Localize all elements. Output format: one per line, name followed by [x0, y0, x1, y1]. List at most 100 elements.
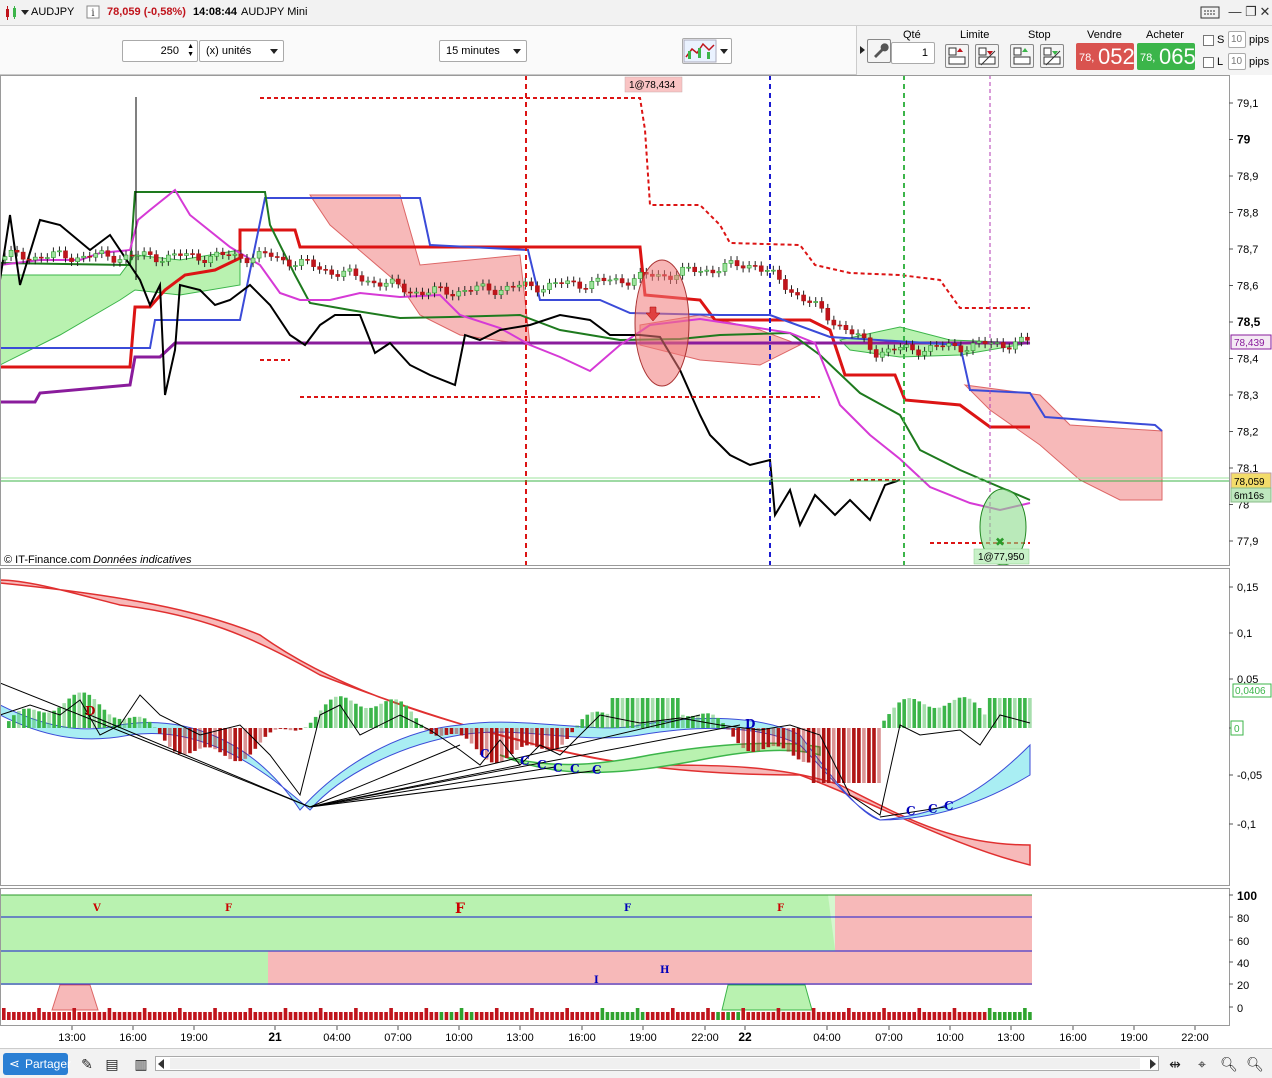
chart-type-button[interactable]	[682, 38, 732, 64]
scroll-thumb[interactable]	[170, 1058, 1140, 1069]
timeframe-select-value: 15 minutes	[446, 45, 500, 57]
time-axis-label: 22:00	[1181, 1032, 1209, 1044]
pct-bar	[203, 1012, 207, 1020]
candle-body	[807, 300, 812, 303]
pct-bar	[595, 1012, 600, 1020]
unit-select-value: (x) unités	[206, 45, 252, 57]
stop-buy-button[interactable]	[1010, 44, 1034, 68]
limit-pips-input[interactable]: 10	[1228, 53, 1246, 70]
pct-bar	[27, 1012, 31, 1020]
zoom-in-icon[interactable]: 🔍︎	[1246, 1055, 1264, 1073]
histogram-bar	[545, 728, 549, 751]
candlestick-icon[interactable]	[4, 5, 20, 24]
histogram-bar	[751, 728, 756, 752]
candle-body	[299, 259, 304, 266]
time-axis-label: 13:00	[506, 1032, 534, 1044]
candle-body	[704, 269, 710, 272]
candle-body	[898, 347, 903, 351]
chart-area[interactable]: ✖ DC C C C C CDC C C V F F F FIH 79,17978,978,878,7…	[0, 75, 1272, 1048]
histogram-bar	[198, 728, 202, 749]
candle-body	[940, 345, 946, 348]
candle-body	[426, 292, 431, 296]
pct-bar	[449, 1012, 454, 1020]
price-axis-label: 78,4	[1237, 354, 1258, 366]
table-icon[interactable]: ▤	[103, 1055, 121, 1073]
pct-red-hump	[51, 984, 99, 1011]
info-icon[interactable]: i	[86, 5, 100, 22]
pct-bar	[283, 1008, 288, 1020]
stepper-icon[interactable]: ▲ ▼	[187, 43, 194, 59]
percent-panel[interactable]: V F F F F I H	[1, 894, 1032, 1020]
candle-body	[680, 266, 685, 276]
stop-label: Stop	[1028, 29, 1051, 41]
candle-body	[202, 259, 207, 263]
pct-marker-letter: F	[225, 903, 232, 914]
osc-marker-letter: C	[906, 804, 916, 818]
candle-body	[226, 254, 232, 257]
limit-checkbox[interactable]	[1203, 57, 1214, 68]
pct-bar	[268, 1012, 273, 1020]
range-icon[interactable]: ⇹	[1166, 1055, 1184, 1073]
pct-bar	[691, 1012, 695, 1020]
histogram-bar	[736, 728, 740, 744]
pct-bar	[464, 1012, 469, 1020]
scroll-left-icon[interactable]	[158, 1059, 164, 1069]
candle-body	[625, 282, 631, 286]
pct-bar	[379, 1012, 383, 1020]
histogram-bar	[112, 717, 117, 728]
keyboard-icon[interactable]	[1199, 2, 1221, 22]
crosshair-icon[interactable]: ⌖	[1193, 1055, 1211, 1073]
pct-bar	[721, 1012, 725, 1020]
oscillator-panel[interactable]: DC C C C C CDC C C	[0, 579, 1032, 866]
scroll-right-icon[interactable]	[1150, 1059, 1156, 1069]
stop-sell-icon	[1043, 47, 1061, 66]
pct-bar	[394, 1012, 398, 1020]
stop-checkbox[interactable]	[1203, 35, 1214, 46]
candle-body	[783, 279, 788, 290]
close-icon[interactable]: ✕	[1254, 2, 1272, 22]
sell-button[interactable]: 78, 052	[1076, 43, 1135, 70]
pct-bar	[293, 1012, 298, 1020]
settings-wrench-button[interactable]	[867, 39, 891, 63]
timeframe-select[interactable]: 15 minutes	[439, 40, 527, 62]
zoom-out-icon[interactable]: 🔍︎	[1220, 1055, 1238, 1073]
histogram-bar	[887, 714, 891, 728]
histogram-bar	[263, 728, 268, 737]
share-button[interactable]: ⋖ Partager	[3, 1053, 71, 1075]
stop-sell-button[interactable]	[1040, 44, 1064, 68]
horizontal-scrollbar[interactable]	[155, 1056, 1159, 1071]
pct-bar	[525, 1012, 529, 1020]
candle-body	[492, 289, 498, 295]
pct-bar	[630, 1012, 635, 1020]
candle-body	[516, 284, 522, 288]
limit-buy-button[interactable]	[945, 44, 969, 68]
drawing-tools-icon[interactable]: ✎	[78, 1055, 96, 1073]
buy-button[interactable]: 78, 065	[1137, 43, 1196, 70]
limit-sell-button[interactable]	[975, 44, 999, 68]
candle-body	[553, 282, 558, 284]
candle-body	[311, 259, 316, 267]
candle-body	[365, 280, 371, 283]
quantity-input[interactable]: 250 ▲ ▼	[122, 40, 198, 62]
pct-bar	[510, 1012, 514, 1020]
histogram-bar	[535, 728, 539, 747]
histogram-bar	[459, 728, 464, 736]
pct-bar	[333, 1012, 338, 1020]
indicator-icon[interactable]: ▥	[132, 1055, 150, 1073]
price-panel[interactable]: ✖	[0, 75, 1229, 566]
qty-input[interactable]: 1	[891, 42, 935, 64]
pct-bar	[801, 1012, 806, 1020]
pct-bar	[349, 1012, 353, 1020]
histogram-bar	[766, 728, 771, 748]
collapse-arrow-icon[interactable]	[860, 46, 865, 54]
histogram-bar	[957, 697, 962, 728]
stop-pips-input[interactable]: 10	[1228, 31, 1246, 48]
unit-select[interactable]: (x) unités	[199, 40, 284, 62]
pct-bar	[484, 1012, 489, 1020]
symbol-label[interactable]: AUDJPY	[31, 6, 74, 18]
histogram-bar	[852, 728, 856, 783]
histogram-bar	[333, 696, 338, 728]
pct-bar	[188, 1012, 192, 1020]
pct-bar	[660, 1012, 665, 1020]
symbol-dropdown-icon[interactable]	[21, 10, 29, 15]
